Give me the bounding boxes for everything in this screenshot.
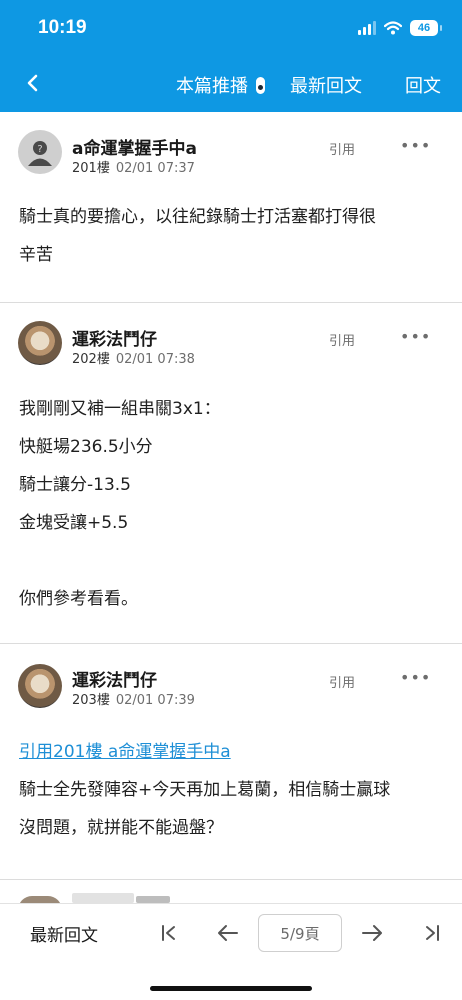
reply-button[interactable]: 回文 (405, 72, 441, 98)
page-indicator[interactable]: 5/9頁 (258, 914, 342, 952)
next-post-badge-partial (136, 896, 170, 903)
default-avatar-icon: ? (28, 141, 52, 166)
arrow-left-icon (218, 925, 238, 941)
push-label: 本篇推播 (176, 76, 248, 97)
content-line: 騎士讓分-13.5 (19, 475, 131, 495)
first-page-icon (162, 925, 175, 941)
content-line: 騎士全先發陣容+今天再加上葛蘭，相信騎士贏球 (19, 780, 391, 800)
content-line: 辛苦 (19, 245, 53, 265)
content-line: 我剛剛又補一組串關3x1： (19, 399, 221, 419)
username[interactable]: 運彩法鬥仔 (72, 325, 157, 350)
last-page-icon (426, 925, 439, 941)
floor-number: 202樓 (72, 352, 110, 367)
status-bar: 10:19 46 (0, 0, 462, 56)
app-header: 10:19 46 本篇推播 最新回文 回文 (0, 0, 462, 112)
quote-button[interactable]: 引用 (329, 330, 355, 349)
post-202: 運彩法鬥仔 202樓 02/01 07:38 引用 ••• 我剛剛又補一組串關3x… (0, 303, 462, 644)
cellular-signal-icon (358, 21, 376, 35)
first-page-button[interactable] (154, 918, 184, 948)
content-line: 騎士真的要擔心，以往紀錄騎士打活塞都打得很 (19, 207, 376, 227)
content-line: 你們參考看看。 (19, 589, 138, 609)
post-203: 運彩法鬥仔 203樓 02/01 07:39 引用 ••• 引用201樓 a命運掌… (0, 644, 462, 880)
more-options-icon[interactable]: ••• (400, 668, 431, 687)
content-line (19, 542, 442, 580)
nav-bar: 本篇推播 最新回文 回文 (0, 56, 462, 112)
post-content: 我剛剛又補一組串關3x1： 快艇場236.5小分 騎士讓分-13.5 金塊受讓+… (19, 390, 442, 618)
last-page-button[interactable] (417, 918, 447, 948)
avatar[interactable] (18, 664, 62, 708)
floor-number: 201樓 (72, 161, 110, 176)
status-icons: 46 (358, 20, 442, 36)
content-line: 沒問題，就拼能不能過盤？ (19, 818, 223, 838)
battery-icon: 46 (410, 20, 442, 36)
post-content: 騎士真的要擔心，以往紀錄騎士打活塞都打得很 辛苦 (19, 198, 442, 274)
more-options-icon[interactable]: ••• (400, 327, 431, 346)
avatar[interactable] (18, 321, 62, 365)
status-time: 10:19 (38, 17, 87, 38)
floor-number: 203樓 (72, 693, 110, 708)
post-datetime: 02/01 07:38 (115, 352, 195, 367)
next-post-username-partial (72, 893, 134, 903)
footer-latest-reply-button[interactable]: 最新回文 (30, 921, 98, 946)
post-datetime: 02/01 07:37 (115, 161, 195, 176)
content-line: 快艇場236.5小分 (19, 437, 153, 457)
home-indicator (150, 986, 312, 991)
quote-button[interactable]: 引用 (329, 139, 355, 158)
quoted-post-link[interactable]: 引用201樓 a命運掌握手中a (19, 742, 231, 762)
pagination-footer: 最新回文 5/9頁 (0, 903, 462, 1000)
post-meta: 201樓 02/01 07:37 (72, 157, 195, 176)
push-notification-toggle[interactable]: 本篇推播 (176, 72, 265, 98)
wifi-icon (384, 21, 402, 35)
more-options-icon[interactable]: ••• (400, 136, 431, 155)
prev-page-button[interactable] (213, 918, 243, 948)
post-meta: 203樓 02/01 07:39 (72, 689, 195, 708)
next-page-button[interactable] (357, 918, 387, 948)
back-button[interactable] (18, 68, 48, 98)
username[interactable]: 運彩法鬥仔 (72, 666, 157, 691)
username[interactable]: a命運掌握手中a (72, 134, 197, 159)
post-meta: 202樓 02/01 07:38 (72, 348, 195, 367)
arrow-right-icon (362, 925, 382, 941)
post-content: 引用201樓 a命運掌握手中a 騎士全先發陣容+今天再加上葛蘭，相信騎士贏球 沒… (19, 733, 442, 847)
content-line: 金塊受讓+5.5 (19, 513, 129, 533)
post-201: ? a命運掌握手中a 201樓 02/01 07:37 引用 ••• 騎士真的要擔… (0, 112, 462, 303)
svg-text:?: ? (37, 144, 42, 155)
toggle-icon (256, 76, 265, 94)
post-datetime: 02/01 07:39 (115, 693, 195, 708)
avatar[interactable]: ? (18, 130, 62, 174)
chevron-left-icon (27, 74, 38, 92)
latest-reply-link[interactable]: 最新回文 (290, 72, 362, 98)
quote-button[interactable]: 引用 (329, 672, 355, 691)
